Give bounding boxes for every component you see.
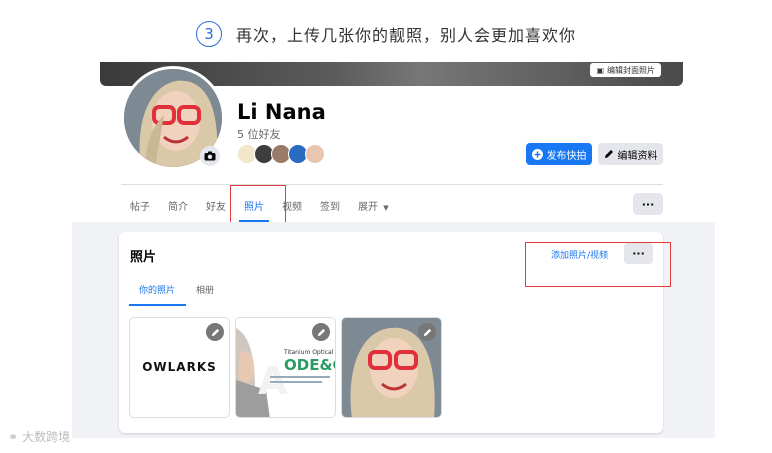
plus-circle-icon	[531, 148, 543, 160]
photo-thumbnail[interactable]	[341, 317, 442, 418]
profile-more-button[interactable]: ···	[633, 193, 663, 215]
edit-cover-label: 编辑封面照片	[607, 65, 655, 75]
photo-thumbnail[interactable]: OWLARKS	[129, 317, 230, 418]
edit-cover-button[interactable]: ▣ 编辑封面照片	[590, 63, 661, 77]
subtab-albums[interactable]: 相册	[196, 283, 214, 296]
camera-icon: ▣	[596, 65, 604, 75]
step-text: 再次，上传几张你的靓照，别人会更加喜欢你	[235, 26, 576, 45]
pencil-icon	[423, 328, 431, 336]
tab-more[interactable]: 展开 ▼	[349, 186, 398, 222]
watermark-text: 大数跨境	[22, 430, 71, 444]
tab-posts[interactable]: 帖子	[121, 186, 159, 222]
post-story-button[interactable]: 发布快拍	[526, 143, 592, 165]
step-number: 3	[195, 21, 222, 47]
tab-more-label: 展开	[358, 202, 378, 213]
edit-profile-label: 编辑资料	[617, 150, 658, 162]
header-divider	[121, 184, 663, 185]
edit-profile-button[interactable]: 编辑资料	[598, 143, 663, 165]
watermark-logo-icon: ⚭	[8, 429, 19, 444]
friend-count[interactable]: 5 位好友	[237, 126, 281, 142]
subtab-your-photos[interactable]: 你的照片	[139, 283, 175, 296]
pencil-icon	[604, 150, 613, 158]
profile-name: Li Nana	[237, 100, 326, 124]
watermark: ⚭ 大数跨境	[8, 428, 70, 445]
photo-brand-text: Titanium Optical	[284, 349, 334, 356]
caret-down-icon: ▼	[383, 204, 389, 212]
pencil-icon	[211, 328, 219, 336]
photo-logo-text: OWLARKS	[142, 360, 217, 374]
highlight-add-photos	[525, 242, 671, 287]
photo-thumbnail[interactable]: A Titanium Optical ODE&C	[235, 317, 336, 418]
camera-icon	[204, 151, 216, 161]
edit-photo-button[interactable]	[418, 323, 436, 341]
tab-checkins[interactable]: 签到	[311, 186, 349, 222]
tab-about[interactable]: 简介	[159, 186, 197, 222]
subtab-underline	[129, 304, 186, 306]
photos-title: 照片	[130, 250, 157, 265]
edit-photo-button[interactable]	[206, 323, 224, 341]
change-avatar-button[interactable]	[200, 146, 220, 166]
step-header: 3 再次，上传几张你的靓照，别人会更加喜欢你	[0, 20, 772, 48]
pencil-icon	[317, 328, 325, 336]
edit-photo-button[interactable]	[312, 323, 330, 341]
photo-code-text: ODE&C	[284, 356, 335, 374]
friend-avatar[interactable]	[305, 144, 325, 164]
post-story-label: 发布快拍	[546, 150, 587, 162]
